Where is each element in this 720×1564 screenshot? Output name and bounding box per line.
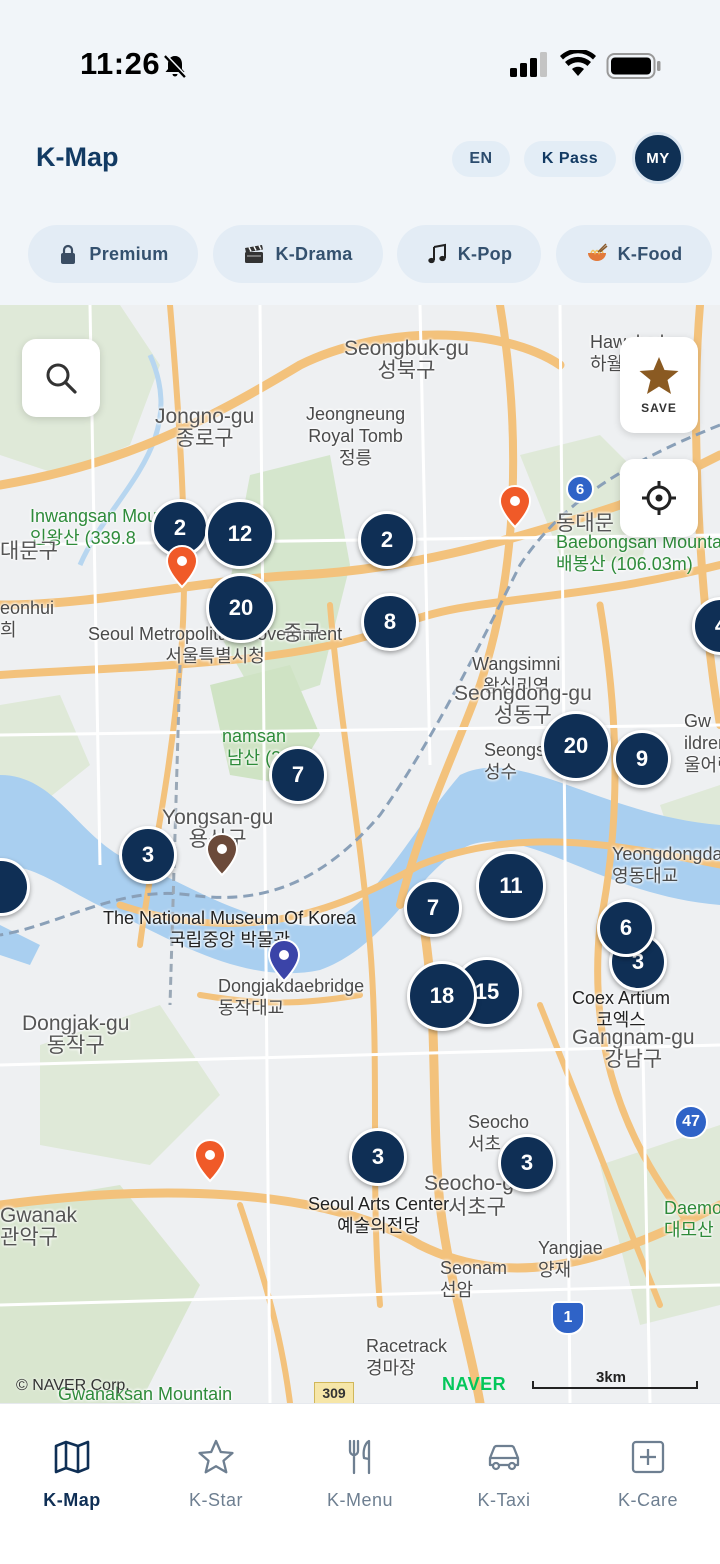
map-label-coex: Coex Artium 코엑스 <box>572 988 671 1030</box>
category-label: K-Food <box>617 243 683 264</box>
map-label-yeongdong-bridge: Yeongdongdae영동대교 <box>612 844 720 886</box>
music-note-icon <box>428 243 446 264</box>
category-chip-premium[interactable]: Premium <box>28 225 198 283</box>
category-chip-kdrama[interactable]: K-Drama <box>213 225 383 283</box>
map-label-seonhui: eonhui 희 <box>0 598 55 640</box>
place-cluster[interactable]: 18 <box>407 961 477 1031</box>
lock-icon <box>61 244 76 264</box>
place-cluster[interactable]: 11 <box>476 851 546 921</box>
map-search-button[interactable] <box>22 339 100 417</box>
naver-logo: NAVER <box>442 1374 507 1394</box>
place-cluster[interactable]: 8 <box>361 593 419 651</box>
nav-tab-kcare[interactable]: K-Care <box>588 1438 708 1511</box>
map-label-gwanak: Gwanak 관악구 <box>0 1204 78 1249</box>
place-cluster[interactable]: 3 <box>349 1128 407 1186</box>
nav-label: K-Star <box>188 1490 243 1510</box>
car-icon <box>488 1444 520 1471</box>
map-label-seongbuk: Seongbuk-gu 성북구 <box>344 337 469 382</box>
map-label-seodaemun: 대문구 <box>0 540 58 563</box>
map-view[interactable]: Seongbuk-gu 성북구 Jongno-gu 종로구 Jeongneung Ro… <box>0 305 720 1403</box>
map-label-junggu: 중구 <box>283 622 322 645</box>
map-label-national-museum: The National Museum Of Korea 국립중앙 박물관 <box>103 908 357 950</box>
star-icon <box>198 1439 234 1474</box>
map-label-seonam: Seonam 선암 <box>440 1258 508 1300</box>
map-label-gwangjin: Gwildren's울어린 <box>684 711 720 775</box>
language-button[interactable]: EN <box>452 141 510 177</box>
map-label-arts-center: Seoul Arts Center 예술의전당 <box>308 1194 450 1236</box>
save-label: SAVE <box>641 401 677 415</box>
map-label-jeongneung: Jeongneung Royal Tomb 정릉 <box>306 404 406 468</box>
route-badge-1: 1 <box>551 1301 585 1335</box>
nav-label: K-Taxi <box>477 1490 531 1510</box>
nav-tab-kstar[interactable]: K-Star <box>156 1438 276 1511</box>
category-label: Premium <box>89 243 169 264</box>
route-badge-47: 47 <box>674 1105 708 1139</box>
clapperboard-icon <box>245 245 264 263</box>
nav-label: K-Care <box>617 1490 678 1510</box>
map-icon <box>54 1440 90 1474</box>
search-icon <box>46 363 77 394</box>
cellular-signal-icon <box>510 52 547 77</box>
category-chip-kfood[interactable]: K-Food <box>556 225 712 283</box>
scale-bar <box>532 1381 698 1389</box>
place-cluster[interactable]: 20 <box>541 711 611 781</box>
place-cluster[interactable]: 3 <box>498 1134 556 1192</box>
place-cluster[interactable]: 6 <box>597 899 655 957</box>
my-location-button[interactable] <box>620 459 698 537</box>
route-badge-309: 309 <box>314 1382 354 1403</box>
wifi-icon <box>560 50 596 76</box>
category-chip-kpop[interactable]: K-Pop <box>397 225 541 283</box>
map-label-seocho-ko: 서초구 <box>448 1196 506 1219</box>
location-pin-icon[interactable] <box>193 1139 227 1183</box>
place-cluster[interactable]: 7 <box>404 879 462 937</box>
nav-tab-kmap[interactable]: K-Map <box>12 1438 132 1511</box>
map-label-gangnam: Gangnam-gu 강남구 <box>572 1026 695 1071</box>
location-pin-icon[interactable] <box>205 833 239 877</box>
map-copyright: © NAVER Corp. <box>16 1377 130 1394</box>
map-label-racetrack: Racetrack 경마장 <box>366 1336 448 1378</box>
place-cluster[interactable]: 2 <box>358 511 416 569</box>
place-cluster[interactable]: 20 <box>206 573 276 643</box>
place-cluster[interactable]: 7 <box>269 746 327 804</box>
bottom-navigation: K-Map K-Star K-Menu K-Taxi K-Care <box>0 1403 720 1564</box>
nav-label: K-Menu <box>326 1490 394 1510</box>
location-pin-icon[interactable] <box>498 485 532 529</box>
nav-tab-ktaxi[interactable]: K-Taxi <box>444 1438 564 1511</box>
route-badge-6: 6 <box>566 475 594 503</box>
map-label-seongsu: Seongs 성수 <box>484 740 546 782</box>
plus-square-icon <box>631 1440 665 1474</box>
app-title: K-Map <box>36 142 119 172</box>
battery-icon <box>606 53 661 79</box>
place-cluster[interactable]: 12 <box>205 499 275 569</box>
place-cluster[interactable]: 9 <box>613 730 671 788</box>
status-time: 11:26 <box>80 46 161 81</box>
star-icon <box>639 357 679 394</box>
status-bar: 11:26 <box>0 0 720 120</box>
map-label-daemosan: Daemosan대모산 <box>664 1198 720 1240</box>
noodle-bowl-icon <box>587 243 608 261</box>
category-label: K-Pop <box>457 243 513 264</box>
location-pin-icon[interactable] <box>165 545 199 589</box>
save-button[interactable]: SAVE <box>620 337 698 433</box>
nav-tab-kmenu[interactable]: K-Menu <box>300 1438 420 1511</box>
utensils-icon <box>348 1439 371 1475</box>
category-label: K-Drama <box>275 243 353 264</box>
crosshair-icon <box>642 481 676 515</box>
category-filter-row: Premium K-Drama K-Pop K-Food <box>0 225 720 287</box>
map-label-baebongsan: Baebongsan Mountai 배봉산 (106.03m) <box>556 532 720 574</box>
place-cluster[interactable]: 3 <box>119 826 177 884</box>
map-label-dongjak: Dongjak-gu 동작구 <box>22 1012 130 1057</box>
my-profile-button[interactable]: MY <box>632 132 684 184</box>
map-label-yangjae: Yangjae 양재 <box>538 1238 603 1280</box>
nav-label: K-Map <box>43 1490 101 1510</box>
bell-muted-icon <box>164 54 188 78</box>
location-pin-icon[interactable] <box>267 939 301 983</box>
kpass-button[interactable]: K Pass <box>524 141 616 177</box>
map-scale: 3km <box>532 1369 698 1391</box>
map-label-jongno: Jongno-gu 종로구 <box>155 405 255 450</box>
